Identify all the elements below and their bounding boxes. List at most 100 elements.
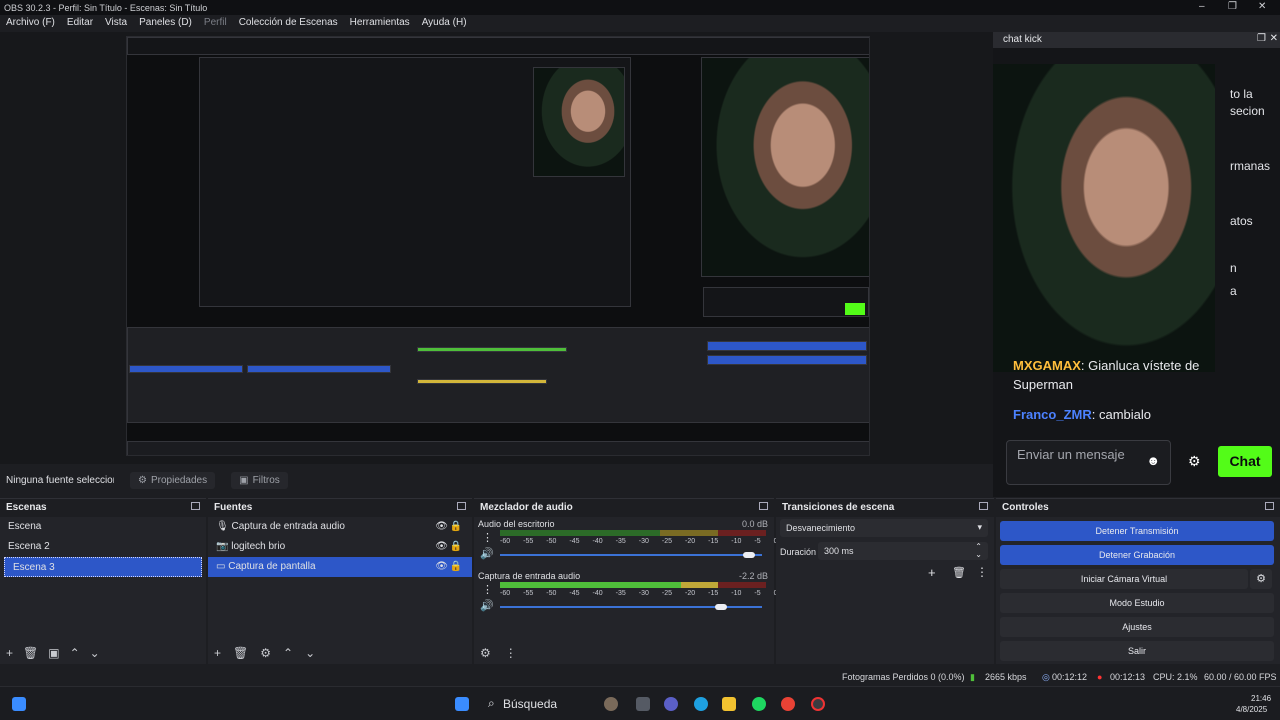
undock-icon[interactable] [457,502,466,510]
move-down-icon[interactable]: ⌄ [90,646,100,660]
eye-icon[interactable]: 👁 [435,521,448,532]
gear-icon[interactable]: ⚙ [480,646,491,660]
move-up-icon[interactable]: ⌃ [283,646,293,660]
chat-username[interactable]: Franco_ZMR [1013,407,1092,422]
eye-icon[interactable]: 👁 [435,561,448,572]
close-dock-icon[interactable]: ✕ [1270,33,1278,44]
scene-item[interactable]: Escena 2 [0,537,206,557]
lock-icon[interactable]: 🔒 [450,561,462,572]
level-meter [500,530,766,536]
lock-icon[interactable]: 🔒 [450,541,462,552]
gear-icon[interactable]: ⚙ [1188,453,1201,470]
tick-label: -60 [500,590,511,597]
undock-icon[interactable] [979,502,988,510]
gear-icon[interactable]: ⚙ [260,646,271,660]
filters-button[interactable]: ▣ Filtros [231,471,288,489]
source-item-selected[interactable]: ▭ Captura de pantalla 👁 🔒 [208,557,472,577]
menu-coleccion[interactable]: Colección de Escenas [239,17,338,32]
menu-dots-icon[interactable]: ⋮ [976,565,988,579]
add-icon[interactable]: + [6,646,13,660]
chat-message: Franco_ZMR: cambialo [1013,405,1151,424]
trash-icon[interactable]: 🗑 [233,646,248,660]
eye-icon[interactable]: 👁 [435,541,448,552]
channel-db: 0.0 dB [741,519,768,529]
fps: 60.00 / 60.00 FPS [1204,672,1277,682]
settings-button[interactable]: Ajustes [1000,617,1274,637]
stop-recording-button[interactable]: Detener Grabación [1000,545,1274,565]
folder-icon[interactable] [722,697,736,711]
volume-slider[interactable] [500,552,762,558]
dropped-frames: Fotogramas Perdidos 0 (0.0%) [842,672,965,682]
studio-mode-button[interactable]: Modo Estudio [1000,593,1274,613]
trash-icon[interactable]: 🗑 [23,646,38,660]
undock-icon[interactable] [191,502,200,510]
teams-icon[interactable] [664,697,678,711]
minimize-icon[interactable]: – [1199,1,1205,12]
menu-dots-icon[interactable]: ⋮ [482,583,493,596]
tick-label: -30 [638,590,649,597]
trash-icon[interactable]: 🗑 [952,566,966,579]
speaker-icon[interactable]: 🔊 [480,547,494,560]
filter-icon[interactable]: ▣ [48,646,59,660]
menu-dots-icon[interactable]: ⋮ [482,531,493,544]
lock-icon[interactable]: 🔒 [450,521,462,532]
obs-icon[interactable] [811,697,825,711]
close-icon[interactable]: ✕ [1258,1,1266,12]
chrome-icon[interactable] [781,697,795,711]
menu-herramientas[interactable]: Herramientas [350,17,410,32]
move-up-icon[interactable]: ⌃ [70,646,80,660]
tick-label: -5 [754,590,761,597]
source-item[interactable]: 📷 logitech brio 👁 🔒 [208,537,472,557]
chat-username[interactable]: MXGAMAX [1013,358,1081,373]
bitrate: 2665 kbps [985,672,1027,682]
tick-label: -5 [754,538,761,545]
emoji-icon[interactable]: ☻ [1146,453,1160,468]
properties-button[interactable]: ⚙ Propiedades [130,471,216,489]
search-icon[interactable]: ⌕ [488,696,495,711]
camera-icon: 📷 [216,541,229,552]
exit-button[interactable]: Salir [1000,641,1274,661]
speaker-icon[interactable]: 🔊 [480,599,494,612]
tick-label: -25 [661,590,672,597]
taskbar-search[interactable]: Búsqueda [503,697,557,711]
add-icon[interactable]: + [214,646,221,660]
menu-vista[interactable]: Vista [105,17,127,32]
preview-canvas[interactable] [0,32,993,464]
chat-input[interactable]: Enviar un mensaje ☻ [1006,440,1171,485]
add-icon[interactable]: + [928,565,936,580]
volume-slider[interactable] [500,604,762,610]
chat-send-button[interactable]: Chat [1218,446,1272,477]
undock-icon[interactable] [1265,502,1274,510]
gear-icon[interactable]: ⚙ [1250,569,1272,589]
tick-label: -50 [546,538,557,545]
menu-ayuda[interactable]: Ayuda (H) [422,17,467,32]
undock-icon[interactable]: ❐ [1257,33,1266,44]
tick-label: -40 [592,538,603,545]
scene-item[interactable]: Escena [0,517,206,537]
menu-archivo[interactable]: Archivo (F) [6,17,55,32]
move-down-icon[interactable]: ⌄ [305,646,315,660]
chat-dock-title: chat kick ❐ ✕ [993,32,1280,48]
maximize-icon[interactable]: ❐ [1228,1,1237,12]
stepper-icon[interactable]: ⌃ ⌄ [975,543,982,559]
windows-start-icon[interactable] [455,697,469,711]
widgets-icon[interactable] [604,697,618,711]
undock-icon[interactable] [759,502,768,510]
stop-stream-button[interactable]: Detener Transmisión [1000,521,1274,541]
virtual-camera-button[interactable]: Iniciar Cámara Virtual [1000,569,1248,589]
scene-item-selected[interactable]: Escena 3 [4,557,202,577]
menu-editar[interactable]: Editar [67,17,93,32]
tick-label: -60 [500,538,511,545]
menu-perfil[interactable]: Perfil [204,17,227,32]
transition-select[interactable]: Desvanecimiento ▾ [780,519,988,537]
edge-icon[interactable] [694,697,708,711]
windows-start-icon[interactable] [12,697,26,711]
task-view-icon[interactable] [636,697,650,711]
menu-paneles[interactable]: Paneles (D) [139,17,192,32]
tick-label: -20 [685,590,696,597]
duration-input[interactable]: 300 ms ⌃ ⌄ [818,542,988,560]
chat-message: MXGAMAX: Gianluca vístete de Superman [1013,356,1243,394]
spotify-icon[interactable] [752,697,766,711]
menu-dots-icon[interactable]: ⋮ [505,646,517,660]
source-item[interactable]: 🎙 Captura de entrada audio 👁 🔒 [208,517,472,537]
